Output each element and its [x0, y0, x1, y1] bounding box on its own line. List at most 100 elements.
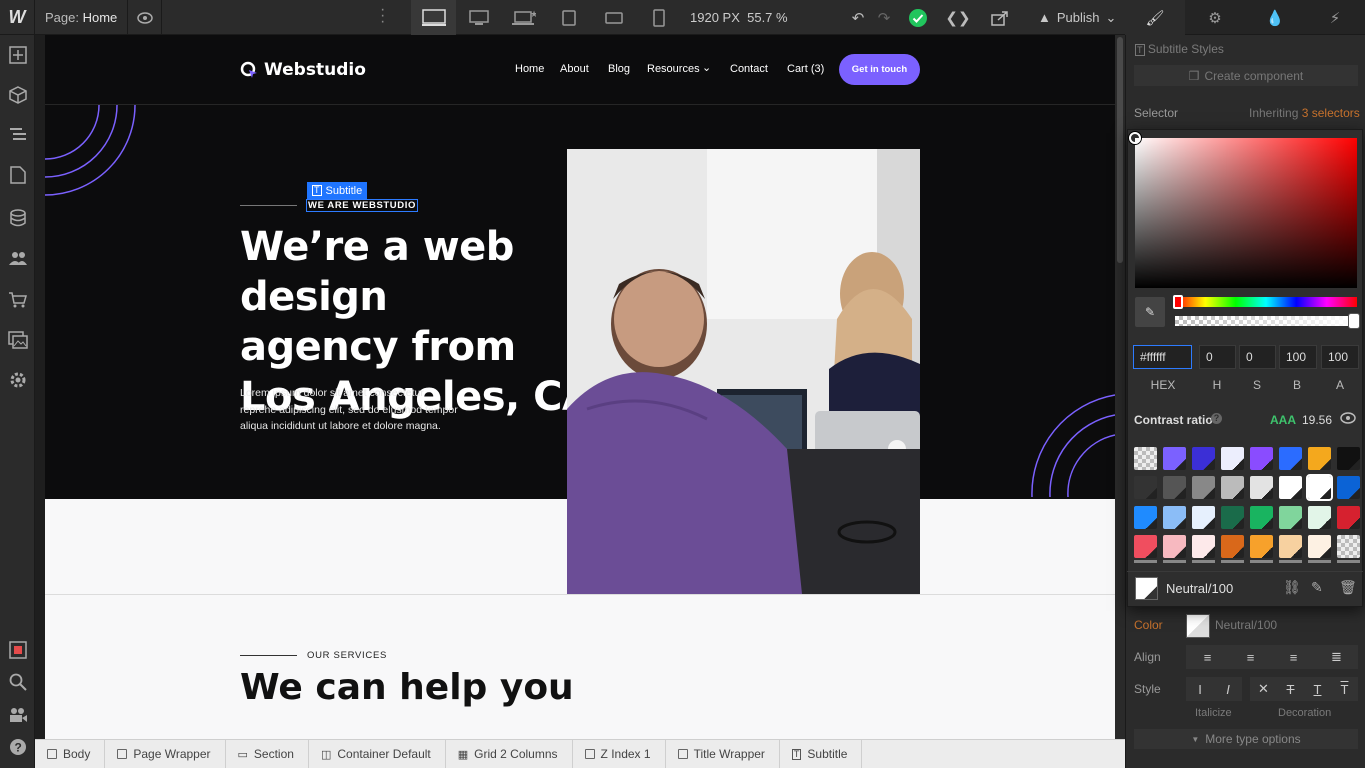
alpha-input[interactable]: 100 — [1321, 345, 1359, 369]
saturation-input[interactable]: 0 — [1239, 345, 1276, 369]
info-icon[interactable]: ? — [1211, 413, 1222, 424]
decoration-none-icon[interactable]: ✕ — [1250, 677, 1277, 701]
assets-images-icon[interactable] — [0, 320, 35, 360]
color-swatch-27[interactable] — [1192, 534, 1215, 558]
breadcrumb-body[interactable]: Body — [35, 739, 106, 768]
color-swatch-4[interactable] — [1221, 447, 1244, 470]
color-swatch-11[interactable] — [1192, 476, 1215, 500]
color-swatch-31[interactable] — [1308, 534, 1331, 558]
nav-link-contact[interactable]: Contact — [730, 63, 768, 75]
nav-link-cart[interactable]: Cart (3) — [787, 63, 824, 75]
redo-icon[interactable]: ↷ — [868, 0, 900, 35]
nav-link-blog[interactable]: Blog — [608, 63, 630, 75]
webflow-logo[interactable]: W — [0, 0, 35, 35]
overline-icon[interactable]: T — [1331, 677, 1358, 701]
strikethrough-icon[interactable]: T — [1277, 677, 1304, 701]
color-swatch-17[interactable] — [1134, 505, 1157, 529]
color-swatch-23[interactable] — [1308, 505, 1331, 529]
color-swatch-21[interactable] — [1250, 505, 1273, 529]
users-icon[interactable] — [0, 238, 35, 278]
edit-pencil-icon[interactable]: ✎ — [1311, 579, 1323, 596]
unlink-swatch-icon[interactable]: ⛓ — [1283, 579, 1301, 596]
underline-icon[interactable]: T — [1304, 677, 1331, 701]
settings-gear-icon[interactable] — [0, 360, 35, 400]
components-box-icon[interactable] — [0, 75, 35, 115]
hero-subtitle[interactable]: WE ARE WEBSTUDIO — [306, 199, 418, 212]
color-swatch-10[interactable] — [1163, 476, 1186, 500]
breadcrumb-grid[interactable]: ▦ Grid 2 Columns — [446, 739, 573, 768]
color-swatch-15[interactable] — [1306, 474, 1333, 502]
alpha-slider[interactable] — [1175, 316, 1357, 326]
hue-input[interactable]: 0 — [1199, 345, 1236, 369]
get-in-touch-button[interactable]: Get in touch — [839, 54, 920, 85]
breadcrumb-container[interactable]: ◫ Container Default — [309, 739, 446, 768]
canvas-scrollbar-thumb[interactable] — [1117, 37, 1123, 263]
hero-photo[interactable] — [567, 149, 920, 594]
create-component-button[interactable]: ❒ Create component — [1134, 65, 1358, 86]
color-swatch-19[interactable] — [1192, 505, 1215, 529]
cms-database-icon[interactable] — [0, 198, 35, 238]
color-cursor-handle[interactable] — [1129, 132, 1141, 144]
trash-icon[interactable]: 🗑 — [1339, 579, 1357, 596]
inheriting-info[interactable]: Inheriting 3 selectors — [1249, 106, 1360, 120]
more-type-options-button[interactable]: ▼ More type options — [1134, 729, 1358, 749]
navigator-icon[interactable] — [0, 115, 35, 155]
page-selector[interactable]: Page: Home — [45, 10, 117, 25]
color-swatch[interactable] — [1186, 614, 1210, 638]
color-swatch-28[interactable] — [1221, 534, 1244, 558]
preview-eye-icon[interactable] — [127, 0, 162, 35]
color-swatch-7[interactable] — [1308, 447, 1331, 470]
more-vertical-icon[interactable]: · · · — [380, 2, 385, 30]
color-swatch-20[interactable] — [1221, 505, 1244, 529]
interactions-bolt-icon[interactable]: ⚡ — [1305, 0, 1365, 35]
breakpoint-desktop-large-icon[interactable] — [411, 0, 456, 35]
pages-icon[interactable] — [0, 155, 35, 195]
color-swatch-30[interactable] — [1279, 534, 1302, 558]
add-panel-icon[interactable] — [0, 35, 35, 75]
color-swatch-6[interactable] — [1279, 447, 1302, 470]
color-value[interactable]: Neutral/100 — [1215, 618, 1277, 632]
color-swatch-5[interactable] — [1250, 447, 1273, 470]
color-swatch-24[interactable] — [1337, 505, 1360, 529]
style-brush-icon[interactable]: 🖌 — [1125, 0, 1185, 35]
publish-button[interactable]: ▲ Publish ⌄ — [1030, 0, 1125, 35]
breakpoint-tablet-icon[interactable] — [546, 0, 591, 35]
breadcrumb-title-wrapper[interactable]: Title Wrapper — [666, 739, 780, 768]
hue-slider-handle[interactable] — [1173, 295, 1183, 309]
nav-link-home[interactable]: Home — [515, 63, 544, 75]
help-icon[interactable]: ? — [0, 727, 35, 767]
color-swatch-32[interactable] — [1337, 534, 1360, 558]
color-swatch-26[interactable] — [1163, 534, 1186, 558]
color-swatch-12[interactable] — [1221, 476, 1244, 500]
saturation-brightness-area[interactable] — [1135, 138, 1357, 288]
services-title[interactable]: We can help you — [240, 667, 574, 708]
color-swatch-25[interactable] — [1134, 534, 1157, 558]
settings-gear-icon[interactable]: ⚙ — [1185, 0, 1245, 35]
color-swatch-14[interactable] — [1279, 476, 1302, 500]
chevron-down-icon[interactable]: ⌄ — [702, 61, 711, 74]
nav-link-resources[interactable]: Resources — [647, 63, 700, 75]
italic-off-icon[interactable]: I — [1186, 677, 1214, 701]
breakpoint-mobile-landscape-icon[interactable] — [591, 0, 636, 35]
color-swatch-16[interactable] — [1337, 476, 1360, 500]
eyedropper-icon[interactable]: ✎ — [1135, 297, 1165, 327]
align-right-icon[interactable]: ≡ — [1272, 645, 1315, 669]
selected-element-tag[interactable]: T Subtitle — [307, 182, 368, 199]
hex-input[interactable]: #ffffff — [1133, 345, 1192, 369]
color-swatch-3[interactable] — [1192, 447, 1215, 470]
align-left-icon[interactable]: ≡ — [1186, 645, 1229, 669]
breadcrumb-section[interactable]: ▭ Section — [226, 739, 309, 768]
design-canvas[interactable]: Webstudio Home About Blog Resources ⌄ Co… — [45, 35, 1115, 739]
nav-link-about[interactable]: About — [560, 63, 589, 75]
breadcrumb-subtitle[interactable]: T Subtitle — [780, 739, 863, 768]
align-justify-icon[interactable]: ≣ — [1315, 645, 1358, 669]
breadcrumb-z-index[interactable]: Z Index 1 — [573, 739, 666, 768]
brightness-input[interactable]: 100 — [1279, 345, 1317, 369]
breakpoint-mobile-portrait-icon[interactable] — [636, 0, 681, 35]
color-swatch-29[interactable] — [1250, 534, 1273, 558]
breakpoint-desktop-icon[interactable] — [456, 0, 501, 35]
color-swatch-8[interactable] — [1337, 447, 1360, 470]
contrast-eye-icon[interactable] — [1340, 411, 1356, 428]
breakpoint-laptop-icon[interactable]: ★ — [501, 0, 546, 35]
code-icon[interactable]: ❮❯ — [942, 0, 974, 35]
